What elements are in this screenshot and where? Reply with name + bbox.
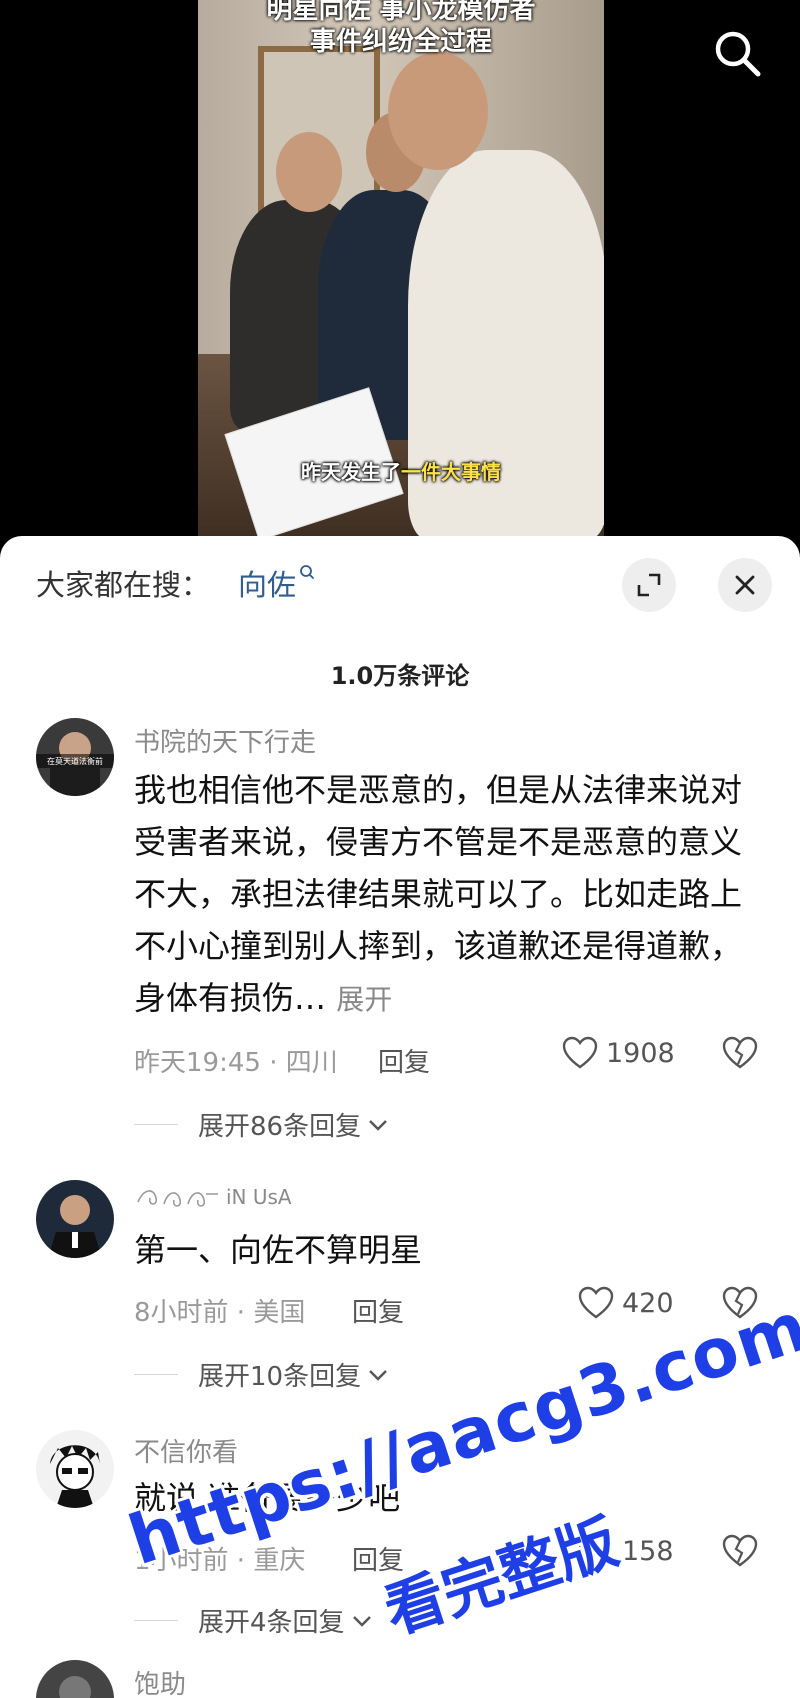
divider-line [134, 1124, 178, 1125]
comment-meta: 昨天19:45 · 四川 [134, 1048, 338, 1078]
heart-icon [578, 1286, 614, 1319]
expand-button[interactable] [622, 558, 676, 612]
avatar[interactable] [36, 1660, 114, 1698]
divider-line [134, 1620, 178, 1621]
dislike-button[interactable] [722, 1534, 758, 1572]
comment-username: iN UsA [226, 1185, 292, 1209]
avatar[interactable]: 在莫天道法衡前 [36, 718, 114, 796]
reply-button[interactable]: 回复 [352, 1292, 404, 1329]
expand-replies-label: 展开4条回复 [198, 1608, 345, 1638]
person-left-head [276, 132, 342, 212]
expand-replies-button[interactable]: 展开86条回复 [134, 1106, 389, 1143]
broken-heart-icon [722, 1286, 758, 1319]
close-icon [735, 575, 755, 595]
avatar-image [36, 1430, 114, 1508]
video-title: 明星向佐 事小龙模仿者 事件纠纷全过程 [198, 0, 604, 58]
comment-text: 第一、向佐不算明星 [134, 1231, 423, 1269]
comment-meta: 8小时前 · 美国 [134, 1298, 306, 1328]
comment-username[interactable]: 书院的天下行走 [134, 722, 316, 759]
chevron-down-icon [369, 1119, 387, 1131]
expand-replies-label: 展开86条回复 [198, 1112, 362, 1142]
mini-search-icon [300, 565, 314, 579]
like-button[interactable]: 158 [578, 1534, 674, 1568]
divider-line [134, 1374, 178, 1375]
reply-button[interactable]: 回复 [378, 1042, 430, 1079]
like-button[interactable]: 420 [578, 1286, 674, 1320]
close-button[interactable] [718, 558, 772, 612]
dislike-button[interactable] [722, 1286, 758, 1324]
trending-term: 向佐 [238, 568, 297, 602]
heart-icon [562, 1036, 598, 1069]
chevron-down-icon [369, 1369, 387, 1381]
comment-username-row[interactable]: iN UsA [134, 1182, 292, 1212]
avatar-image [36, 1660, 114, 1698]
comment-text: 我也相信他不是恶意的，但是从法律来说对受害者来说，侵害方不管是不是恶意的意义不大… [134, 764, 754, 1026]
comment-text: 就说 准备要多少吧 [134, 1479, 401, 1517]
expand-icon [637, 573, 661, 597]
avatar[interactable] [36, 1180, 114, 1258]
broken-heart-icon [722, 1534, 758, 1567]
video-caption-prefix: 昨天发生了 [301, 460, 401, 484]
comment-username[interactable]: 不信你看 [134, 1432, 238, 1469]
expand-replies-button[interactable]: 展开10条回复 [134, 1356, 389, 1393]
comment-text-body: 我也相信他不是恶意的，但是从法律来说对受害者来说，侵害方不管是不是恶意的意义不大… [134, 771, 743, 1017]
reply-button[interactable]: 回复 [352, 1540, 404, 1577]
dislike-button[interactable] [722, 1036, 758, 1074]
like-count: 158 [622, 1535, 674, 1567]
like-count: 420 [622, 1287, 674, 1319]
video-caption: 昨天发生了一件大事情 [198, 456, 604, 485]
video-caption-highlight: 一件大事情 [401, 460, 501, 484]
avatar-caption: 在莫天道法衡前 [47, 756, 103, 766]
chevron-down-icon [352, 1615, 371, 1627]
video-title-line1: 明星向佐 事小龙模仿者 [266, 0, 536, 25]
sheet-header: 大家都在搜： 向佐 [0, 536, 800, 636]
avatar[interactable] [36, 1430, 114, 1508]
ornament-icon [137, 1190, 218, 1207]
expand-text-button[interactable]: 展开 [336, 983, 392, 1016]
search-icon [715, 31, 761, 77]
video-frame[interactable]: 明星向佐 事小龙模仿者 事件纠纷全过程 昨天发生了一件大事情 [198, 0, 604, 536]
like-button[interactable]: 1908 [562, 1036, 675, 1070]
avatar-image: 在莫天道法衡前 [36, 718, 114, 796]
comment-count: 1.0万条评论 [330, 662, 470, 690]
video-title-line2: 事件纠纷全过程 [309, 27, 492, 57]
avatar-image [36, 1180, 114, 1258]
person-right-head [388, 52, 488, 170]
trending-search-link[interactable]: 向佐 [238, 562, 315, 604]
like-count: 1908 [606, 1037, 675, 1069]
trending-label: 大家都在搜： [36, 568, 211, 602]
comment-sheet: 大家都在搜： 向佐 1.0万条评论 在莫天道法衡前 书院的天下行走 我也相信他不… [0, 536, 800, 1698]
video-player[interactable]: 明星向佐 事小龙模仿者 事件纠纷全过程 昨天发生了一件大事情 [0, 0, 800, 550]
broken-heart-icon [722, 1036, 758, 1069]
comment-meta: 1小时前 · 重庆 [134, 1546, 306, 1576]
search-button[interactable] [710, 26, 766, 82]
expand-replies-button[interactable]: 展开4条回复 [134, 1602, 373, 1639]
expand-replies-label: 展开10条回复 [198, 1362, 362, 1392]
comment-username[interactable]: 饱助 [134, 1664, 186, 1698]
heart-icon [578, 1534, 614, 1567]
